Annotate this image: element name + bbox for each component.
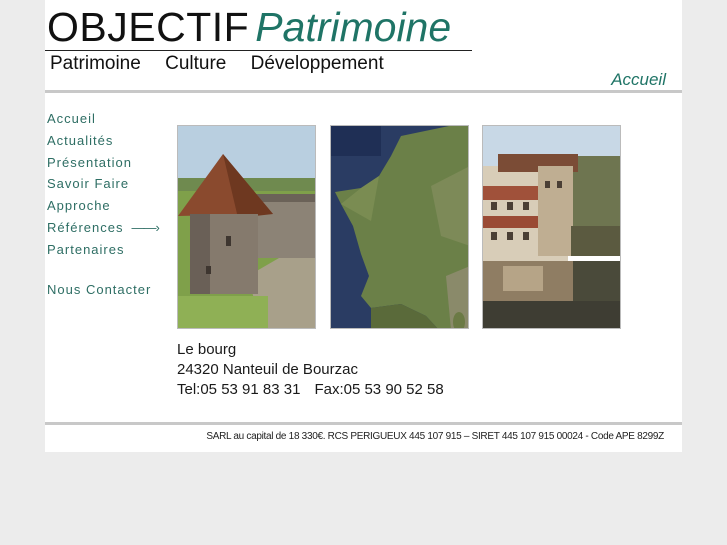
- village-illustration: [483, 126, 620, 328]
- address-line2: 24320 Nanteuil de Bourzac: [177, 361, 358, 378]
- round-tower-photo: [177, 125, 316, 329]
- topnav-developpement[interactable]: Développement: [251, 53, 384, 74]
- logo-underline: [45, 50, 472, 51]
- contact-address: Le bourg 24320 Nanteuil de Bourzac Tel:0…: [177, 340, 444, 400]
- arrow-right-icon: ——›: [131, 219, 159, 235]
- site-logo[interactable]: OBJECTIF Patrimoine: [47, 4, 451, 50]
- sidebar-item-label: Accueil: [47, 111, 96, 126]
- sidebar-item-accueil[interactable]: Accueil: [47, 110, 159, 132]
- sidebar-item-partenaires[interactable]: Partenaires: [47, 241, 159, 263]
- logo-patrimoine: Patrimoine: [255, 4, 452, 50]
- sidebar-item-label: Actualités: [47, 132, 114, 148]
- logo-objectif: OBJECTIF: [47, 4, 250, 50]
- sidebar-item-label: Références: [47, 219, 124, 235]
- page-container: OBJECTIF Patrimoine Patrimoine Culture Dé…: [45, 0, 682, 452]
- sidebar-item-label: Partenaires: [47, 241, 125, 257]
- france-satellite-photo: [330, 125, 469, 329]
- sidebar-item-label: Savoir Faire: [47, 176, 130, 192]
- footer-legal-text: SARL au capital de 18 330€. RCS PERIGUEU…: [206, 431, 664, 442]
- topnav-patrimoine[interactable]: Patrimoine: [50, 53, 141, 74]
- phone-number: Tel:05 53 91 83 31: [177, 381, 301, 398]
- sidebar-item-label: Présentation: [47, 154, 132, 170]
- map-illustration: [331, 126, 468, 328]
- sidebar-item-label: Approche: [47, 198, 111, 214]
- top-navigation: Patrimoine Culture Développement: [50, 53, 403, 75]
- sidebar-item-approche[interactable]: Approche: [47, 197, 159, 219]
- sidebar-item-presentation[interactable]: Présentation: [47, 154, 159, 176]
- sidebar-item-actualites[interactable]: Actualités: [47, 132, 159, 154]
- sidebar-item-references[interactable]: Références ——›: [47, 219, 160, 241]
- address-phone-fax: Tel:05 53 91 83 31 Fax:05 53 90 52 58: [177, 380, 444, 400]
- tower-illustration: [178, 126, 315, 328]
- header-divider: [45, 90, 682, 93]
- side-navigation: Accueil Actualités Présentation Savoir F…: [47, 110, 160, 303]
- fax-number: Fax:05 53 90 52 58: [314, 381, 444, 398]
- topnav-culture[interactable]: Culture: [165, 53, 226, 74]
- sidebar-item-savoir-faire[interactable]: Savoir Faire: [47, 175, 159, 197]
- footer-divider: [45, 422, 682, 425]
- sidebar-item-label: Nous Contacter: [47, 281, 152, 297]
- current-page-label: Accueil: [611, 70, 666, 89]
- sidebar-item-contact[interactable]: Nous Contacter: [47, 281, 159, 303]
- riverside-village-photo: [482, 125, 621, 329]
- address-line1: Le bourg: [177, 341, 237, 358]
